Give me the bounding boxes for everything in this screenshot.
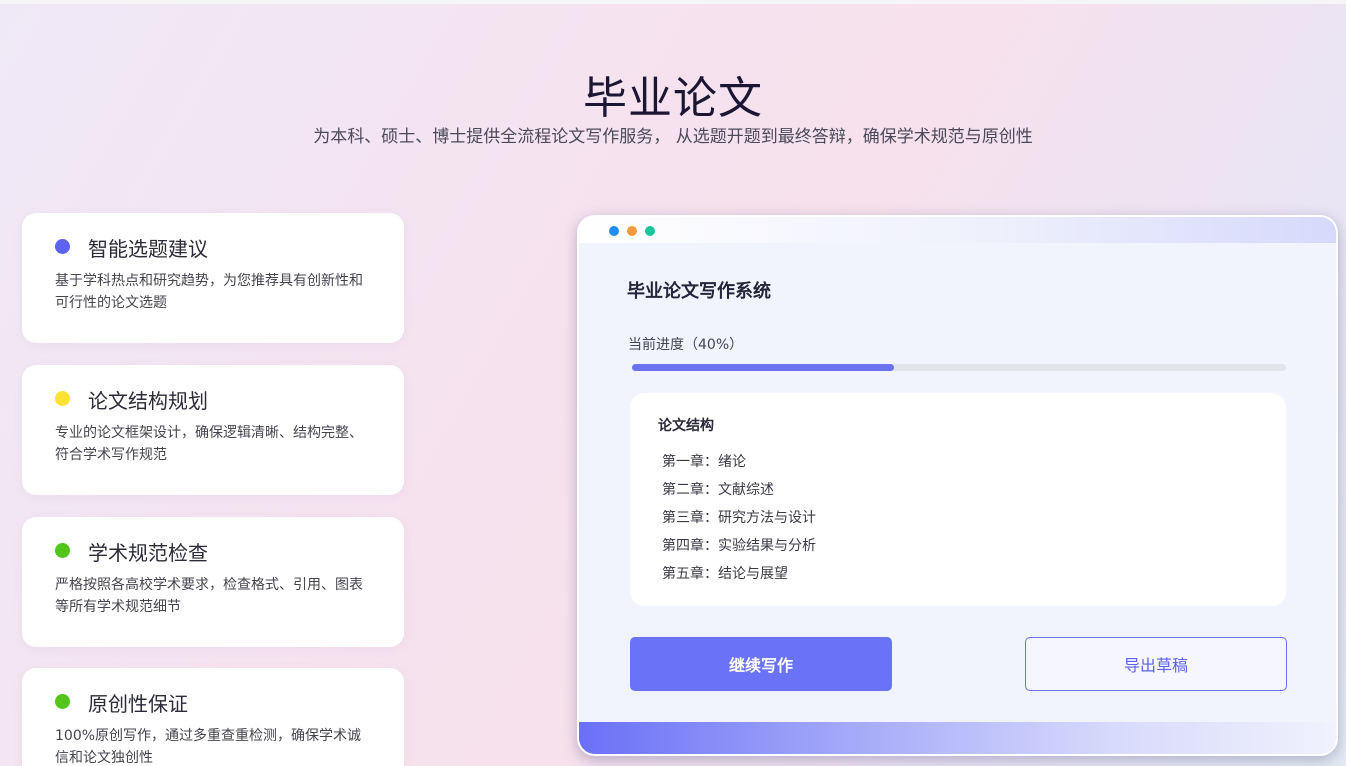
progress-bar — [632, 364, 1286, 371]
window-title: 毕业论文写作系统 — [627, 281, 771, 302]
green-dot-icon — [55, 543, 70, 558]
blue-dot-icon — [609, 226, 619, 236]
yellow-dot-icon — [55, 391, 70, 406]
continue-writing-button[interactable]: 继续写作 — [630, 637, 892, 691]
feature-card-structure-planning: 论文结构规划 专业的论文框架设计，确保逻辑清晰、结构完整、符合学术写作规范 — [22, 365, 404, 495]
structure-panel: 论文结构 第一章：绪论 第二章：文献综述 第三章：研究方法与设计 第四章：实验结… — [630, 393, 1286, 606]
page-subtitle: 为本科、硕士、博士提供全流程论文写作服务， 从选题开题到最终答辩，确保学术规范与… — [313, 127, 1033, 147]
feature-description: 专业的论文框架设计，确保逻辑清晰、结构完整、符合学术写作规范 — [55, 425, 363, 463]
feature-title: 智能选题建议 — [88, 237, 208, 261]
window-bottom-bar — [579, 722, 1336, 754]
feature-description: 严格按照各高校学术要求，检查格式、引用、图表等所有学术规范细节 — [55, 577, 363, 615]
chapter-item: 第四章：实验结果与分析 — [662, 538, 816, 554]
structure-heading: 论文结构 — [658, 418, 714, 434]
feature-title: 学术规范检查 — [88, 541, 208, 565]
orange-dot-icon — [627, 226, 637, 236]
feature-description: 基于学科热点和研究趋势，为您推荐具有创新性和可行性的论文选题 — [55, 273, 363, 311]
window-titlebar — [579, 217, 1336, 243]
feature-card-originality: 原创性保证 100%原创写作，通过多重查重检测，确保学术诚信和论文独创性 — [22, 668, 404, 766]
blue-dot-icon — [55, 239, 70, 254]
feature-title: 论文结构规划 — [88, 389, 208, 413]
green-dot-icon — [55, 694, 70, 709]
top-band — [0, 0, 1346, 4]
feature-description: 100%原创写作，通过多重查重检测，确保学术诚信和论文独创性 — [55, 728, 362, 766]
feature-card-norm-check: 学术规范检查 严格按照各高校学术要求，检查格式、引用、图表等所有学术规范细节 — [22, 517, 404, 647]
feature-title: 原创性保证 — [88, 692, 188, 716]
app-window: 毕业论文写作系统 当前进度（40%） 论文结构 第一章：绪论 第二章：文献综述 … — [577, 215, 1338, 756]
page-title: 毕业论文 — [583, 73, 763, 124]
chapter-item: 第二章：文献综述 — [662, 482, 774, 498]
progress-fill — [632, 364, 894, 371]
green-dot-icon — [645, 226, 655, 236]
chapter-item: 第五章：结论与展望 — [662, 566, 788, 582]
feature-card-topic-suggestion: 智能选题建议 基于学科热点和研究趋势，为您推荐具有创新性和可行性的论文选题 — [22, 213, 404, 343]
export-draft-button[interactable]: 导出草稿 — [1025, 637, 1287, 691]
progress-label: 当前进度（40%） — [628, 337, 744, 353]
chapter-item: 第一章：绪论 — [662, 454, 746, 470]
chapter-item: 第三章：研究方法与设计 — [662, 510, 816, 526]
chapter-list: 第一章：绪论 第二章：文献综述 第三章：研究方法与设计 第四章：实验结果与分析 … — [662, 448, 816, 588]
